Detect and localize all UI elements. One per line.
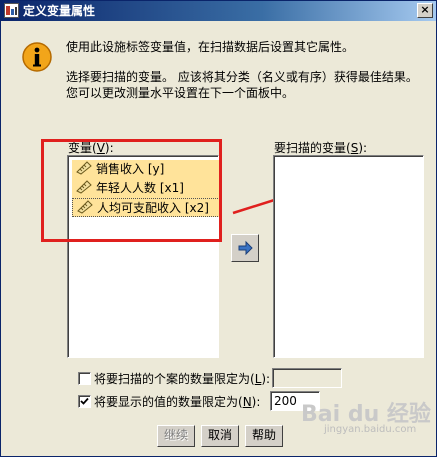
limit-cases-input[interactable]	[272, 368, 342, 388]
title-bar[interactable]: 定义变量属性 ×	[1, 1, 436, 21]
watermark-url: jingyan.baidu.com	[324, 424, 417, 435]
window-title: 定义变量属性	[23, 4, 96, 18]
annotation-highlight-box	[41, 139, 222, 242]
close-icon: ×	[420, 3, 430, 16]
continue-button[interactable]: 继续	[157, 425, 195, 447]
move-to-target-button[interactable]	[231, 234, 259, 262]
limit-cases-label: 将要扫描的个案的数量限定为(L):	[94, 372, 271, 386]
arrow-right-icon	[238, 240, 253, 256]
info-icon	[22, 42, 52, 72]
spss-app-icon	[4, 3, 19, 18]
target-variable-list[interactable]	[273, 155, 424, 358]
help-button[interactable]: 帮助	[245, 425, 283, 447]
cancel-button[interactable]: 取消	[201, 425, 239, 447]
dialog-window: 定义变量属性 × 使用此设施标签变量值，在扫描数据后设置其它属性。 选择要扫描的…	[0, 0, 437, 457]
limit-values-checkbox[interactable]	[78, 395, 91, 408]
limit-values-label: 将要显示的值的数量限定为(N):	[94, 395, 261, 409]
description-line-1: 使用此设施标签变量值，在扫描数据后设置其它属性。	[66, 40, 355, 54]
description-line-3: 您可以更改测量水平设置在下一个面板中。	[66, 86, 295, 100]
limit-cases-checkbox[interactable]	[78, 372, 91, 385]
checkmark-icon	[80, 397, 89, 405]
target-list-label: 要扫描的变量(S):	[274, 141, 368, 155]
close-button[interactable]: ×	[417, 3, 433, 18]
description-line-2: 选择要扫描的变量。 应该将其分类（名义或有序）获得最佳结果。	[66, 70, 418, 84]
